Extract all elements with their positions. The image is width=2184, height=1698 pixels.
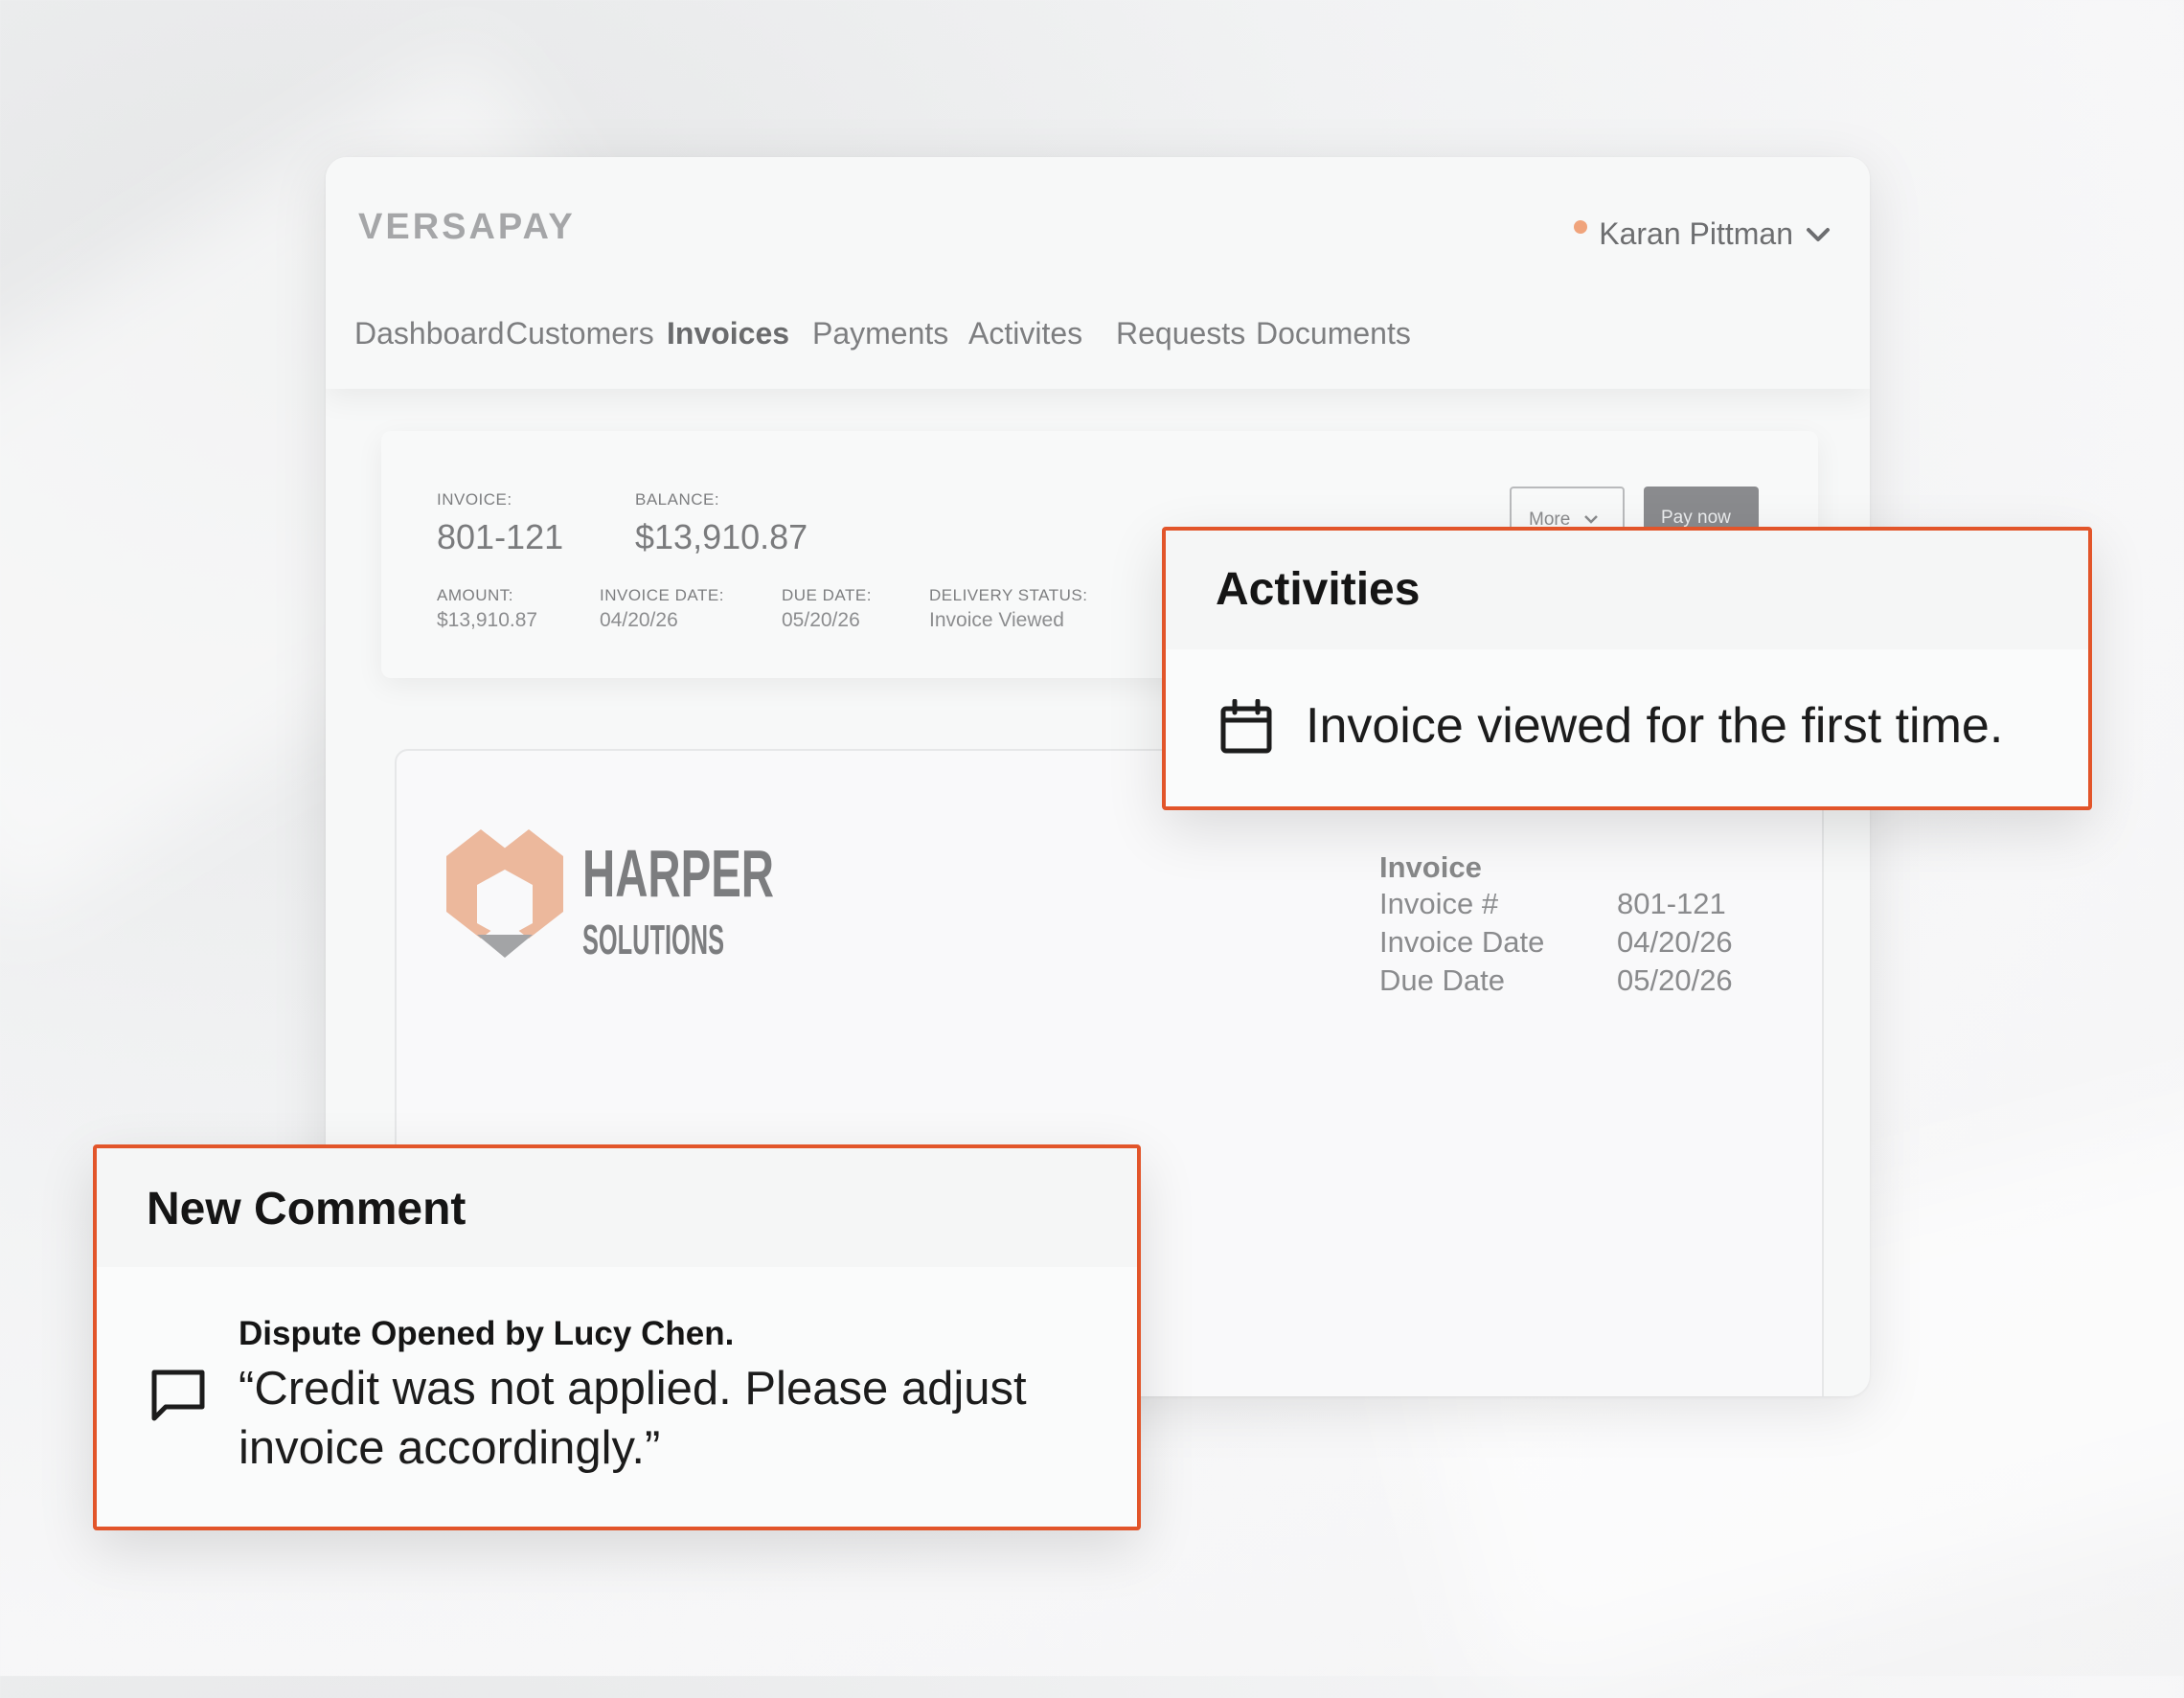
comment-text: “Credit was not applied. Please adjust i… [239,1363,1027,1474]
main-nav: Dashboard Customers Invoices Payments Ac… [354,316,1849,364]
invoice-date-label: INVOICE DATE: [600,586,724,604]
invoice-number-label: Invoice # [1379,887,1499,920]
balance-label: BALANCE: [635,490,720,509]
comment-title: New Comment [147,1184,466,1234]
user-menu[interactable]: Karan Pittman [1574,216,1831,252]
invoice-date-label: Invoice Date [1379,925,1545,959]
user-name: Karan Pittman [1599,216,1793,251]
nav-customers[interactable]: Customers [506,316,654,351]
invoice-date-value: 04/20/26 [600,609,678,631]
activities-popup: Activities Invoice viewed for the first … [1162,527,2092,810]
amount-label: AMOUNT: [437,586,513,604]
status-dot-icon [1574,219,1588,234]
comment-author: Dispute Opened by Lucy Chen. [239,1315,735,1352]
comment-icon [151,1370,205,1421]
company-name-line1: HARPER [582,836,774,911]
nav-dashboard[interactable]: Dashboard [354,316,505,351]
invoice-number: 801-121 [437,517,564,556]
document-title: Invoice [1379,850,1482,884]
due-date-value: 05/20/26 [1617,963,1733,997]
nav-documents[interactable]: Documents [1256,316,1411,351]
due-date-label: Due Date [1379,963,1505,997]
nav-invoices[interactable]: Invoices [667,316,789,351]
brand-logo: VERSAPAY [358,207,576,247]
comment-header: New Comment [97,1148,1137,1267]
calendar-icon [1220,699,1272,754]
balance-value: $13,910.87 [635,517,808,556]
activity-text: Invoice viewed for the first time. [1306,698,2004,754]
invoice-number-value: 801-121 [1617,887,1726,920]
nav-activites[interactable]: Activites [968,316,1082,351]
chevron-down-icon [1583,515,1598,524]
due-date-value: 05/20/26 [782,609,860,631]
nav-payments[interactable]: Payments [812,316,948,351]
company-name-line2: SOLUTIONS [582,917,724,963]
invoice-label: INVOICE: [437,490,512,509]
new-comment-popup: New Comment Dispute Opened by Lucy Chen.… [93,1144,1141,1530]
app-header: VERSAPAY Karan Pittman Dashboard Custome… [326,157,1870,389]
harper-solutions-logo: HARPER SOLUTIONS [446,829,774,963]
delivery-status-value: Invoice Viewed [929,609,1064,631]
due-date-label: DUE DATE: [782,586,872,604]
amount-value: $13,910.87 [437,609,538,631]
chevron-down-icon [1807,227,1830,241]
activities-header: Activities [1166,531,2088,649]
activities-title: Activities [1216,564,1421,615]
invoice-date-value: 04/20/26 [1617,925,1733,959]
nav-requests[interactable]: Requests [1116,316,1245,351]
delivery-status-label: DELIVERY STATUS: [929,586,1088,604]
